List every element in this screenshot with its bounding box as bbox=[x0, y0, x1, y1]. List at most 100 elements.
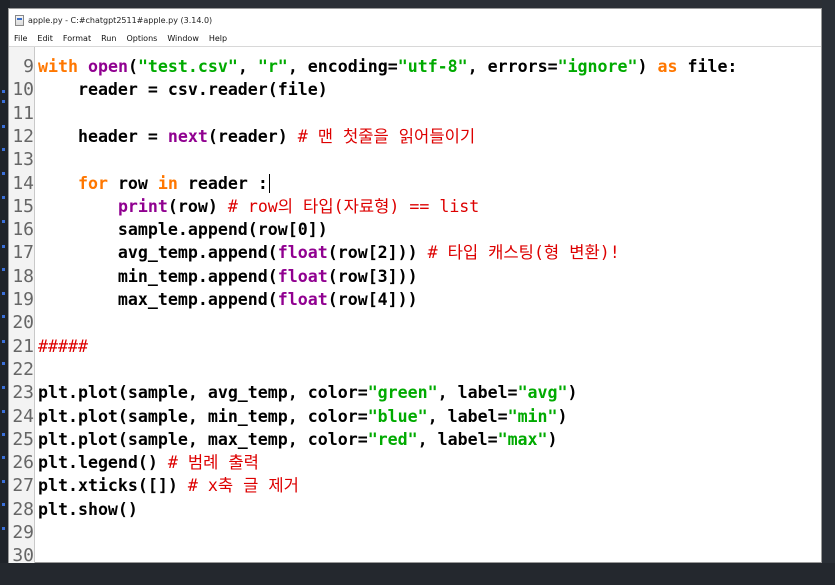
menu-help[interactable]: Help bbox=[204, 34, 232, 43]
line-number: 27 bbox=[12, 475, 34, 497]
menu-window[interactable]: Window bbox=[162, 34, 204, 43]
line-number: 11 bbox=[12, 102, 34, 124]
menu-format[interactable]: Format bbox=[58, 34, 96, 43]
desktop-edge-mark bbox=[2, 148, 5, 151]
desktop-edge-mark bbox=[2, 456, 5, 459]
desktop-edge-mark bbox=[2, 125, 5, 128]
code-token: , label= bbox=[427, 406, 508, 426]
code-line[interactable]: plt.legend() # 범례 출력 bbox=[38, 451, 259, 474]
code-token: (row) bbox=[167, 196, 228, 216]
code-comment: ##### bbox=[38, 336, 88, 356]
line-number-gutter: 9 10 11 12 13 14 15 16 17 18 19 20 21 22 23 24 25 26 27 28 2… bbox=[9, 47, 35, 563]
code-line[interactable]: plt.xticks([]) # x축 글 제거 bbox=[38, 474, 299, 497]
window-title: apple.py - C:#chatgpt2511#apple.py (3.14… bbox=[28, 15, 213, 25]
code-line[interactable]: ##### bbox=[38, 335, 88, 358]
code-token: avg_temp.append( bbox=[38, 243, 278, 263]
code-line[interactable]: with open("test.csv", "r", encoding="utf… bbox=[38, 55, 737, 78]
code-token-bi: next bbox=[167, 126, 208, 146]
line-number: 24 bbox=[12, 405, 34, 427]
code-token-bi: float bbox=[277, 266, 328, 286]
code-token: plt.legend() bbox=[38, 453, 168, 473]
code-token-str: "blue" bbox=[367, 406, 428, 426]
code-token: min_temp.append( bbox=[38, 266, 278, 286]
menu-options[interactable]: Options bbox=[121, 34, 162, 43]
line-number: 17 bbox=[12, 242, 34, 264]
code-line[interactable]: plt.plot(sample, min_temp, color="blue",… bbox=[38, 405, 568, 428]
code-token-str: "red" bbox=[367, 429, 418, 449]
code-editor[interactable]: 9 10 11 12 13 14 15 16 17 18 19 20 21 22 23 24 25 26 27 28 2… bbox=[9, 46, 821, 563]
line-number: 18 bbox=[12, 265, 34, 287]
code-token-str: "green" bbox=[367, 383, 438, 403]
line-number: 12 bbox=[12, 125, 34, 147]
desktop-edge-mark bbox=[2, 196, 5, 199]
code-line[interactable]: for row in reader : bbox=[38, 172, 268, 195]
code-token: reader : bbox=[177, 173, 268, 193]
code-token: plt.plot(sample, max_temp, color= bbox=[38, 429, 368, 449]
code-token: plt.show() bbox=[38, 499, 138, 519]
code-line[interactable]: plt.show() bbox=[38, 498, 138, 521]
code-token: sample.append(row[0]) bbox=[38, 220, 328, 240]
code-token: , label= bbox=[417, 429, 498, 449]
menu-bar: File Edit Format Run Options Window Help bbox=[9, 31, 821, 46]
code-comment: # x축 글 제거 bbox=[187, 476, 299, 496]
code-token: ) bbox=[557, 406, 568, 426]
code-line[interactable]: max_temp.append(float(row[4])) bbox=[38, 288, 418, 311]
code-token-str: "test.csv" bbox=[137, 57, 238, 76]
code-line[interactable]: min_temp.append(float(row[3])) bbox=[38, 265, 418, 288]
menu-edit[interactable]: Edit bbox=[32, 34, 58, 43]
desktop-edge-mark bbox=[2, 220, 5, 223]
line-number: 26 bbox=[12, 452, 34, 474]
desktop-edge-mark bbox=[2, 90, 5, 93]
code-token-str: "ignore" bbox=[557, 57, 638, 76]
line-number: 21 bbox=[12, 335, 34, 357]
code-token: (row[4])) bbox=[327, 290, 418, 309]
code-line[interactable]: plt.plot(sample, max_temp, color="red", … bbox=[38, 428, 558, 451]
code-token-kw: with bbox=[38, 57, 78, 76]
code-token: (row[3])) bbox=[327, 266, 418, 286]
code-token-bi: open bbox=[87, 57, 128, 76]
code-token: ) bbox=[567, 383, 578, 403]
desktop-edge-mark bbox=[2, 340, 5, 343]
code-line[interactable]: avg_temp.append(float(row[2])) # 타입 캐스팅(… bbox=[38, 241, 620, 264]
code-line[interactable]: plt.plot(sample, avg_temp, color="green"… bbox=[38, 381, 578, 404]
desktop-edge-mark bbox=[2, 315, 5, 318]
desktop-edge-mark bbox=[2, 503, 5, 506]
code-token: row bbox=[107, 173, 158, 193]
desktop-edge-mark bbox=[2, 172, 5, 175]
code-token-str: "utf-8" bbox=[397, 57, 468, 76]
desktop-edge-mark bbox=[2, 410, 5, 413]
code-line[interactable]: reader = csv.reader(file) bbox=[38, 78, 328, 101]
code-token-bi: print bbox=[117, 196, 168, 216]
line-number: 22 bbox=[12, 358, 34, 380]
code-token-kw: in bbox=[157, 173, 178, 193]
code-line[interactable]: sample.append(row[0]) bbox=[38, 218, 328, 241]
code-token: max_temp.append( bbox=[38, 290, 278, 309]
line-number: 9 bbox=[23, 56, 34, 77]
desktop-edge-mark bbox=[2, 362, 5, 365]
code-area[interactable]: with open("test.csv", "r", encoding="utf… bbox=[38, 47, 821, 563]
desktop-edge-mark bbox=[2, 100, 5, 103]
line-number: 19 bbox=[12, 289, 34, 310]
desktop-edge-mark bbox=[2, 292, 5, 295]
menu-file[interactable]: File bbox=[9, 34, 32, 43]
desktop-edge-mark bbox=[2, 268, 5, 271]
code-token: plt.plot(sample, avg_temp, color= bbox=[38, 383, 368, 403]
code-token: , label= bbox=[437, 383, 518, 403]
code-token-kw: as bbox=[657, 57, 678, 76]
code-token: plt.xticks([]) bbox=[38, 476, 188, 496]
menu-run[interactable]: Run bbox=[96, 34, 121, 43]
code-token: ( bbox=[127, 57, 138, 76]
code-token: ) bbox=[547, 429, 558, 449]
code-token-bi: float bbox=[277, 243, 328, 263]
desktop-edge-mark bbox=[2, 480, 5, 483]
code-token: header = bbox=[38, 126, 168, 146]
title-bar[interactable]: apple.py - C:#chatgpt2511#apple.py (3.14… bbox=[9, 9, 821, 31]
python-file-icon bbox=[15, 14, 24, 26]
code-token: , bbox=[237, 57, 258, 76]
code-line[interactable]: header = next(reader) # 맨 첫줄을 읽어들이기 bbox=[38, 125, 475, 148]
code-line[interactable]: print(row) # row의 타입(자료형) == list bbox=[38, 195, 479, 218]
code-token-kw: for bbox=[77, 173, 108, 193]
code-comment: # 타입 캐스팅(형 변환)! bbox=[427, 243, 620, 263]
line-number: 23 bbox=[12, 382, 34, 404]
